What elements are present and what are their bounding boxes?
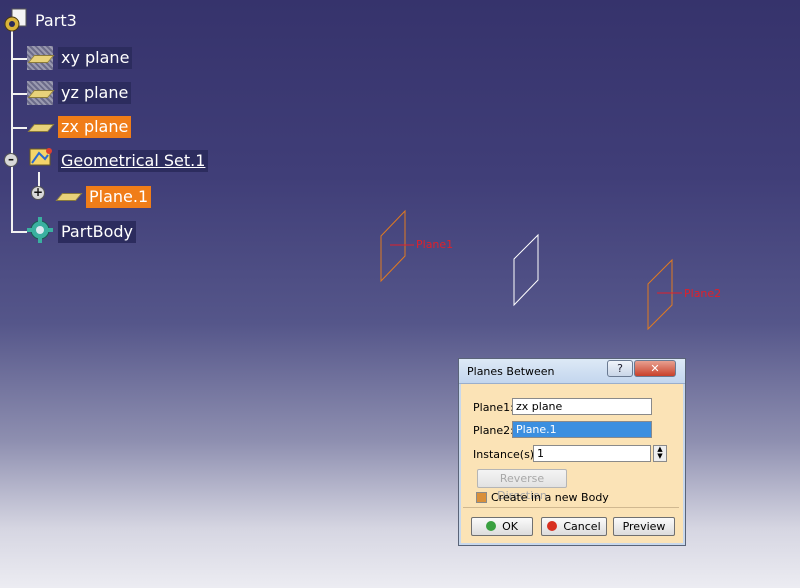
plane1-outline[interactable] [380,209,406,283]
plane2-outline[interactable] [647,258,673,331]
instances-spinner[interactable]: ▲ ▼ [653,445,667,462]
plane1-label: Plane1: [473,401,514,414]
plane2-annotation: Plane2 [684,287,722,300]
spin-down-icon[interactable]: ▼ [654,453,666,460]
reverse-direction-button[interactable]: Reverse Direction [477,469,567,502]
plane2-field[interactable]: Plane.1 [512,421,652,438]
instances-label: Instance(s): [473,448,538,461]
dialog-title-bar[interactable]: Planes Between ? ✕ [459,359,685,384]
plane1-annotation: Plane1 [416,238,454,251]
cancel-button[interactable]: Cancel [541,517,607,536]
preview-plane-outline [513,233,539,307]
create-body-checkbox[interactable] [476,492,487,503]
cancel-label: Cancel [563,520,601,533]
instances-field[interactable]: 1 [533,445,651,462]
ok-icon [486,521,497,531]
planes-between-dialog: Planes Between ? ✕ Plane1: zx plane Plan… [458,358,686,546]
cancel-icon [547,521,558,531]
preview-button[interactable]: Preview [613,517,675,536]
create-body-label: Create in a new Body [491,491,609,504]
help-button[interactable]: ? [607,360,633,377]
plane2-label: Plane2: [473,424,514,437]
plane1-field[interactable]: zx plane [512,398,652,415]
ok-label: OK [502,520,518,533]
ok-button[interactable]: OK [471,517,533,536]
close-button[interactable]: ✕ [634,360,676,377]
dialog-title: Planes Between [467,365,555,378]
